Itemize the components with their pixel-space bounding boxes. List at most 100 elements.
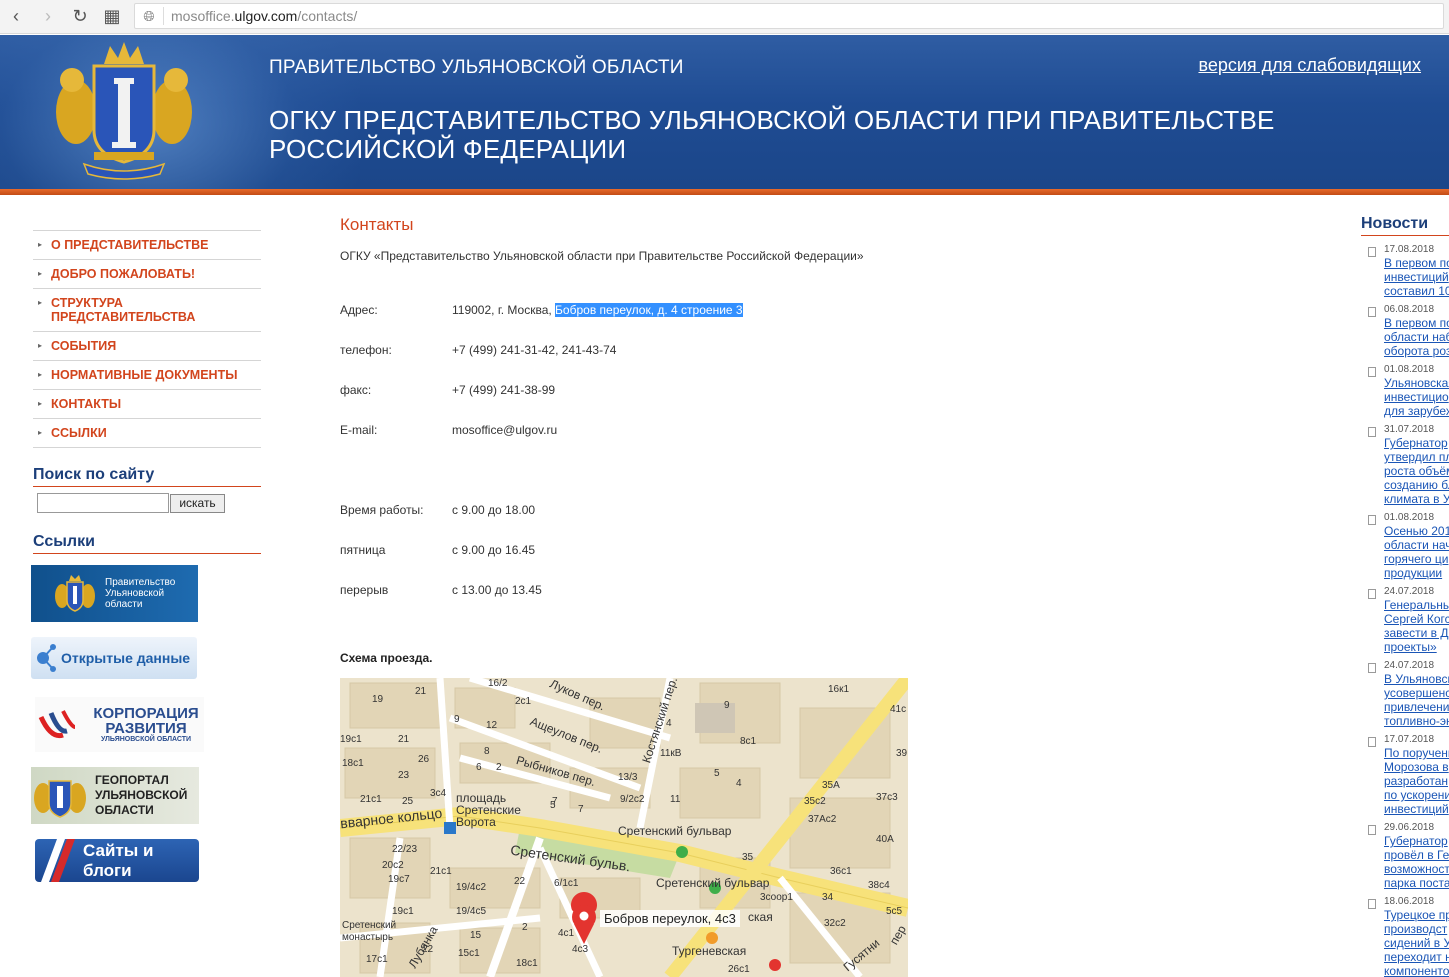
low-vision-version-link[interactable]: версия для слабовидящих	[1198, 55, 1421, 76]
banner-development-corporation[interactable]: КОРПОРАЦИЯ РАЗВИТИЯ УЛЬЯНОВСКОЙ ОБЛАСТИ	[35, 697, 204, 752]
map-house-number: 19	[372, 694, 384, 705]
map-house-number: 2	[522, 922, 528, 933]
map-house-number: 35А	[822, 780, 840, 791]
news-link[interactable]: Турецкое пр производст сидений в У перех…	[1384, 908, 1449, 977]
email-value[interactable]: mosoffice@ulgov.ru	[452, 423, 557, 437]
news-link[interactable]: Ульяновская инвестицио для зарубеж	[1384, 376, 1449, 418]
phone-label: телефон:	[340, 343, 392, 357]
bullet-icon: ▸	[38, 341, 43, 350]
banner-text: Сайты и блоги	[83, 840, 154, 880]
document-icon	[1368, 737, 1376, 747]
sidebar-item-documents[interactable]: ▸ НОРМАТИВНЫЕ ДОКУМЕНТЫ	[33, 360, 261, 389]
friday-label: пятница	[340, 543, 386, 557]
url-path: /contacts/	[297, 8, 358, 24]
news-item: 01.08.2018 Ульяновская инвестицио для зар…	[1366, 364, 1449, 418]
news-list: 17.08.2018В первом по инвестиций состави…	[1366, 244, 1449, 977]
bullet-icon: ▸	[38, 240, 43, 249]
map-house-number: 41с	[890, 704, 907, 715]
map-street-label: ская	[748, 910, 773, 924]
map-house-number: 39	[896, 748, 908, 759]
map-house-number: 34	[822, 892, 834, 903]
banner-text: Правительство Ульяновской области	[105, 577, 176, 610]
search-input[interactable]	[37, 493, 169, 513]
sidebar-item-label: СОБЫТИЯ	[51, 339, 117, 353]
banner-sites-and-blogs[interactable]: Сайты и блоги	[35, 839, 199, 882]
page-title: Контакты	[340, 215, 414, 234]
geoportal-coat-icon	[34, 779, 86, 818]
email-label: E-mail:	[340, 423, 378, 437]
friday-value: с 9.00 до 16.45	[452, 543, 536, 557]
news-item: 24.07.2018 В Ульяновск усовершенс привлеч…	[1366, 660, 1449, 728]
organization-title: ОГКУ ПРЕДСТАВИТЕЛЬСТВО УЛЬЯНОВСКОЙ ОБЛАС…	[269, 105, 1275, 164]
news-link[interactable]: В первом по инвестиций составил 10	[1384, 256, 1449, 298]
news-link[interactable]: Губернатор утвердил пл роста объём созда…	[1384, 436, 1449, 506]
map-house-number: 19/4с5	[456, 906, 487, 917]
map-street-label: Сретенский бульвар	[656, 876, 770, 890]
sidebar-item-welcome[interactable]: ▸ ДОБРО ПОЖАЛОВАТЬ!	[33, 259, 261, 288]
document-icon	[1368, 899, 1376, 909]
news-link[interactable]: Губернатор провёл в Ге возможност парка …	[1384, 834, 1449, 890]
map-house-number: 35	[742, 852, 754, 863]
address-label: Адрес:	[340, 303, 378, 317]
map-house-number: 11	[670, 794, 681, 805]
document-icon	[1368, 515, 1376, 525]
government-title[interactable]: ПРАВИТЕЛЬСТВО УЛЬЯНОВСКОЙ ОБЛАСТИ	[269, 57, 684, 79]
search-button[interactable]: искать	[170, 494, 225, 513]
url-domain: ulgov.com	[234, 8, 298, 24]
sidebar-item-label: НОРМАТИВНЫЕ ДОКУМЕНТЫ	[51, 368, 238, 382]
sidebar-item-structure[interactable]: ▸ СТРУКТУРА ПРЕДСТАВИТЕЛЬСТВА	[33, 288, 261, 331]
news-link[interactable]: Осенью 201 области нач горячего ци проду…	[1384, 524, 1449, 580]
sidebar-item-events[interactable]: ▸ СОБЫТИЯ	[33, 331, 261, 360]
banner-geoportal[interactable]: ГЕОПОРТАЛ УЛЬЯНОВСКОЙ ОБЛАСТИ	[31, 767, 199, 824]
location-map[interactable]: Луков пер. Ащеулов пер. Рыбников пер. Ко…	[340, 678, 908, 977]
document-icon	[1368, 589, 1376, 599]
map-house-number: 4с3	[572, 944, 589, 955]
bullet-icon: ▸	[38, 428, 43, 437]
sidebar-item-label: ССЫЛКИ	[51, 426, 107, 440]
news-link[interactable]: По поручени Морозова в разработан по уск…	[1384, 746, 1449, 816]
sidebar-item-contacts[interactable]: ▸ КОНТАКТЫ	[33, 389, 261, 418]
news-date: 24.07.2018	[1384, 660, 1435, 671]
news-date: 18.06.2018	[1384, 896, 1435, 907]
map-house-number: 15	[470, 930, 482, 941]
map-house-number: 5с5	[886, 906, 903, 917]
map-house-number: 18с1	[342, 758, 364, 769]
reload-icon[interactable]: ↻	[64, 1, 96, 33]
map-house-number: 9	[454, 714, 460, 725]
map-house-number: 36с1	[830, 866, 852, 877]
banner-text: Открытые данные	[61, 650, 191, 666]
map-house-number: 35с2	[804, 796, 826, 807]
sidebar-item-about[interactable]: ▸ О ПРЕДСТАВИТЕЛЬСТВЕ	[33, 230, 261, 259]
news-link[interactable]: В первом по области наб оборота роз	[1384, 316, 1449, 358]
bullet-icon: ▸	[38, 399, 43, 408]
news-date: 29.06.2018	[1384, 822, 1435, 833]
map-house-number: 6	[476, 762, 482, 773]
banner-open-data[interactable]: Открытые данные	[31, 637, 197, 679]
grid-icon[interactable]: ▦	[96, 1, 128, 33]
coat-of-arms-logo[interactable]	[48, 42, 200, 182]
map-metro-label: Тургеневская	[672, 944, 747, 958]
forward-icon[interactable]: ›	[32, 1, 64, 33]
map-house-number: 16к1	[828, 684, 850, 695]
banner-subtext: УЛЬЯНОВСКОЙ ОБЛАСТИ	[100, 736, 192, 743]
map-house-number: 7	[552, 796, 558, 807]
map-house-number: 22	[514, 876, 526, 887]
map-house-number: 21с1	[360, 794, 382, 805]
break-value: с 13.00 до 13.45	[452, 583, 542, 597]
flag-stripes-icon	[41, 839, 75, 882]
map-house-number: 3с4	[430, 788, 447, 799]
bullet-icon: ▸	[38, 269, 43, 278]
news-link[interactable]: В Ульяновск усовершенс привлечени топлив…	[1384, 672, 1449, 728]
back-icon[interactable]: ‹	[0, 1, 32, 33]
map-house-number: 11кВ	[660, 748, 682, 759]
address-bar[interactable]: 🌐︎ mosoffice. ulgov.com/contacts/	[134, 3, 1444, 29]
banner-government-ulyanovsk[interactable]: Правительство Ульяновской области	[31, 565, 198, 622]
corporation-logo-icon	[38, 709, 76, 738]
search-heading: Поиск по сайту	[33, 466, 261, 487]
map-street-label: Сретенский бульвар	[618, 824, 732, 838]
news-date: 01.08.2018	[1384, 364, 1435, 375]
news-heading: Новости	[1361, 215, 1449, 236]
sidebar-item-links[interactable]: ▸ ССЫЛКИ	[33, 418, 261, 448]
news-link[interactable]: Генеральны Сергей Когс завести в Д проек…	[1384, 598, 1449, 654]
news-date: 24.07.2018	[1384, 586, 1435, 597]
